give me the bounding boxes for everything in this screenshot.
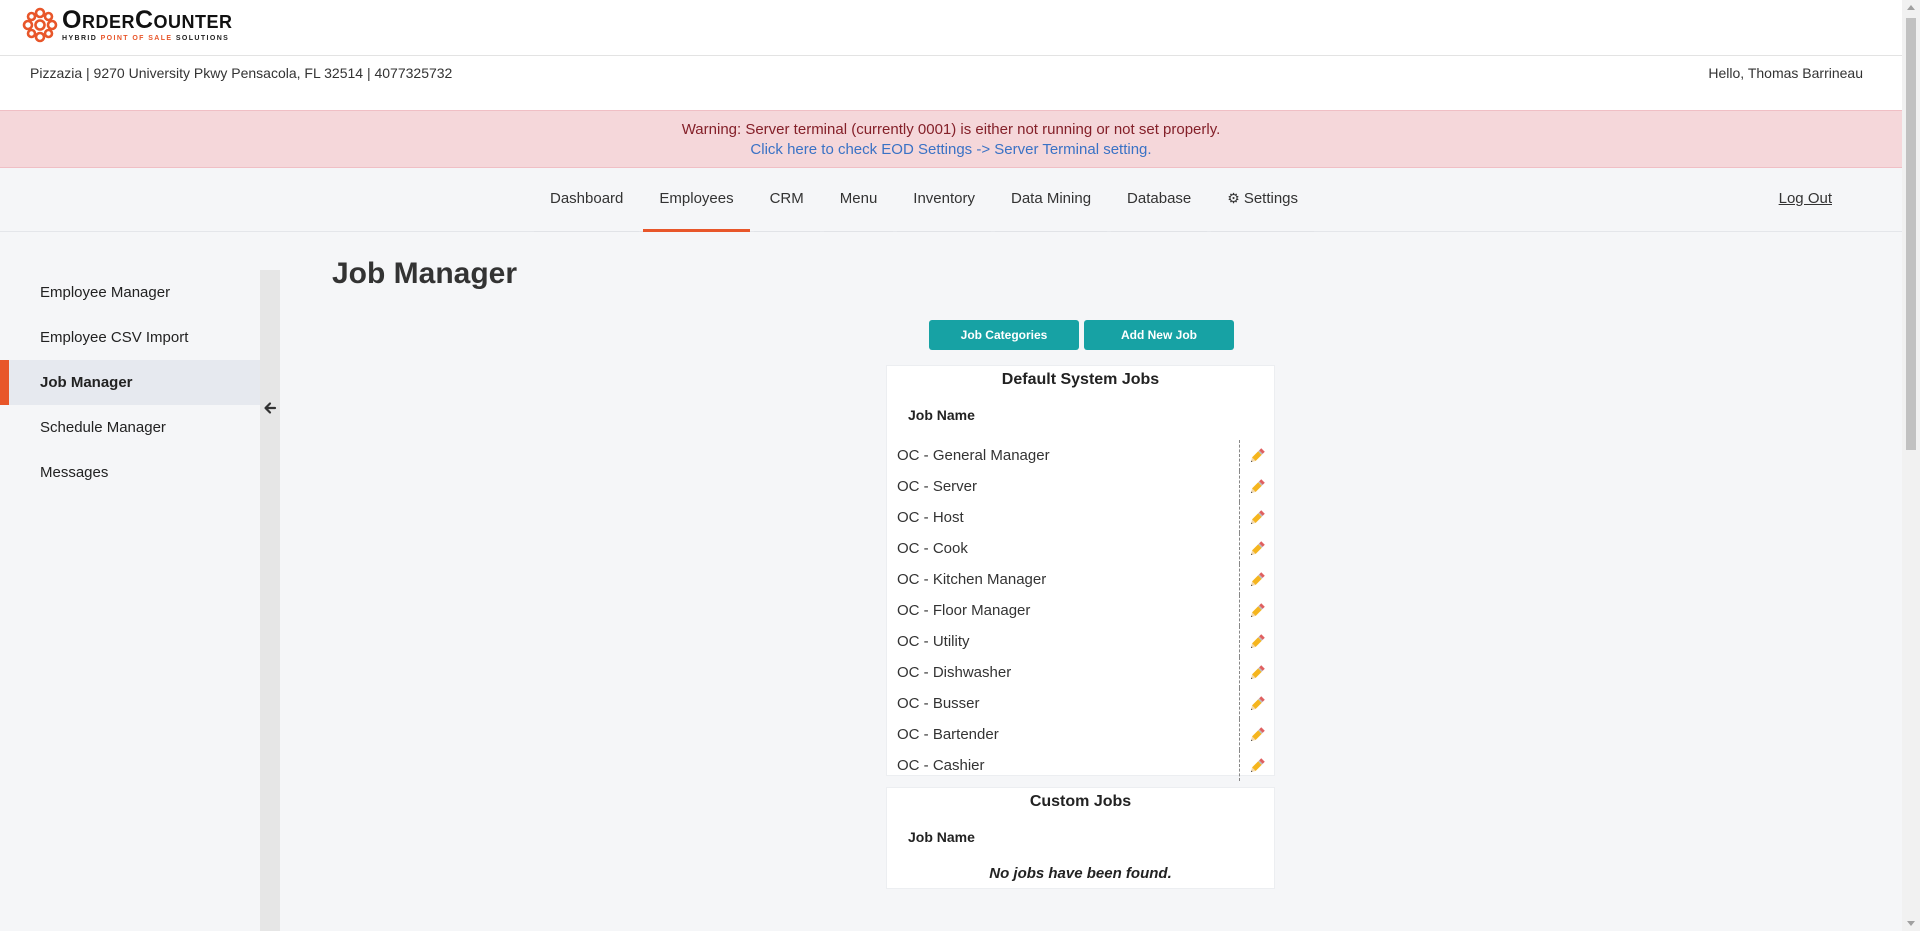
nav-crm[interactable]: CRM (753, 168, 820, 232)
pencil-edit-icon[interactable] (1248, 726, 1266, 744)
sidebar-item-job-manager[interactable]: Job Manager (0, 360, 260, 405)
pencil-edit-icon[interactable] (1248, 664, 1266, 682)
pencil-edit-icon[interactable] (1248, 540, 1266, 558)
scroll-up-arrow[interactable] (1907, 5, 1915, 10)
page-title: Job Manager (332, 257, 518, 290)
ordercounter-logo-icon (22, 7, 58, 43)
job-name: OC - Host (897, 509, 964, 526)
scroll-thumb[interactable] (1906, 18, 1916, 450)
nav-settings-label: Settings (1243, 190, 1299, 207)
job-row: OC - Floor Manager (887, 595, 1274, 626)
nav-dashboard[interactable]: Dashboard (534, 168, 640, 232)
nav-settings[interactable]: ⚙ Settings (1211, 168, 1314, 232)
top-header: OrderCounter HYBRID POINT OF SALE SOLUTI… (0, 0, 1902, 56)
job-name: OC - Busser (897, 695, 980, 712)
job-row: OC - Busser (887, 688, 1274, 719)
brand-tagline: HYBRID POINT OF SALE SOLUTIONS (62, 35, 230, 42)
default-jobs-title: Default System Jobs (1001, 371, 1160, 388)
job-row: OC - Cashier (887, 750, 1274, 781)
user-greeting: Hello, Thomas Barrineau (1708, 65, 1863, 81)
job-row: OC - Cook (887, 533, 1274, 564)
job-name: OC - Server (897, 478, 978, 495)
job-name-column-header: Job Name (908, 407, 975, 423)
sidebar-item-employee-csv-import[interactable]: Employee CSV Import (0, 315, 260, 360)
row-divider (1239, 688, 1240, 719)
pencil-edit-icon[interactable] (1248, 447, 1266, 465)
page-scrollbar[interactable] (1902, 0, 1920, 931)
pencil-edit-icon[interactable] (1248, 633, 1266, 651)
row-divider (1239, 719, 1240, 750)
store-info-bar: Pizzazia | 9270 University Pkwy Pensacol… (0, 56, 1902, 110)
brand-logo[interactable]: OrderCounter HYBRID POINT OF SALE SOLUTI… (20, 3, 233, 47)
job-row: OC - Kitchen Manager (887, 564, 1274, 595)
row-divider (1239, 440, 1240, 471)
add-new-job-button[interactable]: Add New Job (1084, 320, 1234, 350)
nav-inventory[interactable]: Inventory (897, 168, 991, 232)
job-name: OC - Cook (897, 540, 968, 557)
row-divider (1239, 533, 1240, 564)
job-row: OC - Utility (887, 626, 1274, 657)
custom-jobs-title: Custom Jobs (1029, 793, 1132, 810)
store-info: Pizzazia | 9270 University Pkwy Pensacol… (30, 65, 453, 81)
pencil-edit-icon[interactable] (1248, 571, 1266, 589)
sidebar-item-messages[interactable]: Messages (0, 450, 260, 495)
row-divider (1239, 750, 1240, 781)
logout-link[interactable]: Log Out (1779, 190, 1832, 207)
pencil-edit-icon[interactable] (1248, 695, 1266, 713)
row-divider (1239, 471, 1240, 502)
job-row: OC - Bartender (887, 719, 1274, 750)
job-name-column-header: Job Name (908, 829, 975, 845)
nav-menu[interactable]: Menu (823, 168, 894, 232)
pencil-edit-icon[interactable] (1248, 509, 1266, 527)
sidebar-item-schedule-manager[interactable]: Schedule Manager (0, 405, 260, 450)
eod-settings-link[interactable]: Click here to check EOD Settings -> Serv… (0, 140, 1902, 160)
empty-jobs-message: No jobs have been found. (989, 865, 1172, 882)
pencil-edit-icon[interactable] (1248, 757, 1266, 775)
row-divider (1239, 564, 1240, 595)
warning-message: Warning: Server terminal (currently 0001… (681, 121, 1221, 138)
job-name: OC - Cashier (897, 757, 985, 774)
sidebar-item-employee-manager[interactable]: Employee Manager (0, 270, 260, 315)
default-jobs-panel: Default System Jobs Job Name OC - Genera… (886, 365, 1275, 781)
job-name: OC - Utility (897, 633, 970, 650)
job-name: OC - Kitchen Manager (897, 571, 1047, 588)
gear-icon: ⚙ (1227, 190, 1240, 206)
custom-jobs-panel: Custom Jobs Job Name No jobs have been f… (886, 787, 1275, 889)
warning-banner: Warning: Server terminal (currently 0001… (0, 110, 1902, 168)
job-row: OC - General Manager (887, 440, 1274, 471)
brand-name: OrderCounter (62, 6, 233, 34)
pencil-edit-icon[interactable] (1248, 478, 1266, 496)
row-divider (1239, 595, 1240, 626)
job-name: OC - Dishwasher (897, 664, 1012, 681)
job-name: OC - Floor Manager (897, 602, 1031, 619)
row-divider (1239, 502, 1240, 533)
sidebar: Employee Manager Employee CSV Import Job… (0, 270, 260, 931)
job-categories-button[interactable]: Job Categories (929, 320, 1079, 350)
job-row: OC - Server (887, 471, 1274, 502)
nav-database[interactable]: Database (1111, 168, 1208, 232)
job-name: OC - Bartender (897, 726, 999, 743)
sidebar-collapse-bar[interactable] (260, 270, 280, 931)
nav-employees[interactable]: Employees (643, 168, 750, 232)
job-name: OC - General Manager (897, 447, 1050, 464)
pencil-edit-icon[interactable] (1248, 602, 1266, 620)
main-navigation: Dashboard Employees CRM Menu Inventory D… (0, 168, 1902, 232)
nav-data-mining[interactable]: Data Mining (995, 168, 1108, 232)
row-divider (1239, 626, 1240, 657)
default-job-list: OC - General Manager OC - Server OC - Host… (887, 440, 1274, 781)
row-divider (1239, 657, 1240, 688)
arrow-left-icon[interactable] (262, 400, 278, 416)
job-row: OC - Host (887, 502, 1274, 533)
job-row: OC - Dishwasher (887, 657, 1274, 688)
scroll-down-arrow[interactable] (1907, 921, 1915, 926)
